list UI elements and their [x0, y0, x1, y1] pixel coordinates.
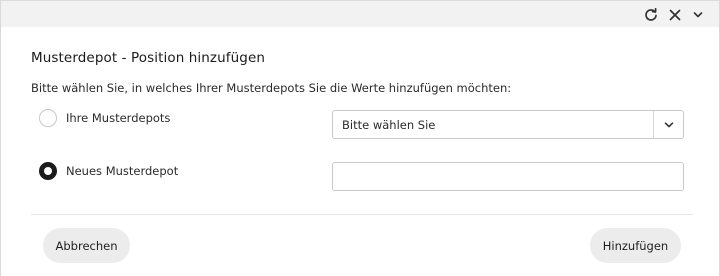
window-titlebar [1, 0, 719, 27]
add-button[interactable]: Hinzufügen [590, 228, 681, 263]
new-depot-name-input[interactable] [332, 162, 684, 191]
radio-existing-depots[interactable] [39, 109, 57, 127]
refresh-icon[interactable] [641, 5, 661, 25]
radio-new-depot[interactable] [39, 162, 57, 180]
close-icon[interactable] [665, 5, 685, 25]
chevron-down-icon[interactable] [688, 5, 708, 25]
dialog-window: Musterdepot - Position hinzufügen Bitte … [0, 0, 720, 276]
footer-divider [31, 214, 693, 215]
radio-option-new-depot[interactable]: Neues Musterdepot [39, 162, 178, 180]
radio-option-existing-depots[interactable]: Ihre Musterdepots [39, 109, 170, 127]
radio-label-existing-depots: Ihre Musterdepots [66, 111, 171, 125]
dialog-title: Musterdepot - Position hinzufügen [31, 50, 265, 66]
radio-label-new-depot: Neues Musterdepot [66, 164, 179, 178]
cancel-button[interactable]: Abbrechen [43, 228, 130, 263]
chevron-down-icon[interactable] [654, 111, 683, 138]
depot-select-value: Bitte wählen Sie [342, 118, 436, 132]
depot-select[interactable]: Bitte wählen Sie [332, 110, 684, 139]
instruction-text: Bitte wählen Sie, in welches Ihrer Muste… [31, 81, 512, 95]
